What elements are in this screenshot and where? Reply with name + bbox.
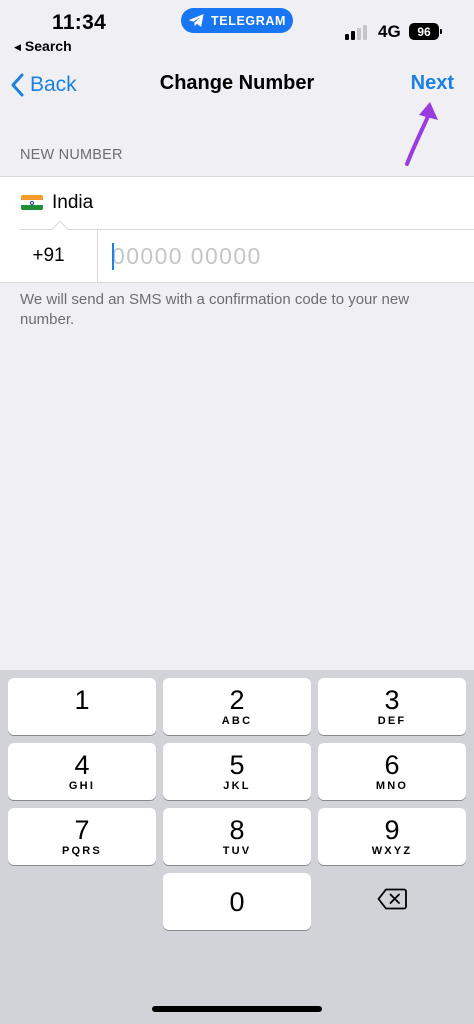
key-3[interactable]: 3 DEF (318, 678, 466, 735)
country-name: India (52, 192, 94, 213)
network-type: 4G (378, 22, 401, 41)
key-9[interactable]: 9 WXYZ (318, 808, 466, 865)
home-indicator[interactable] (152, 1006, 322, 1012)
status-time: 11:34 (52, 11, 107, 34)
numeric-keypad: 1 2 ABC 3 DEF 4 GHI 5 JKL 6 MNO 7 PQRS 8 TUV 9W… (0, 670, 474, 1024)
country-code-field[interactable]: +91 (0, 230, 97, 282)
sms-hint: We will send an SMS with a confirmation … (20, 291, 410, 328)
app-pill-label: TELEGRAM (211, 13, 286, 28)
app-pill[interactable]: TELEGRAM (181, 8, 293, 33)
backspace-icon (377, 888, 407, 909)
delete-key[interactable] (318, 870, 466, 927)
text-caret (112, 243, 114, 270)
india-flag-icon (21, 195, 43, 210)
key-5[interactable]: 5 JKL (163, 743, 311, 800)
annotation-arrow-icon (405, 102, 438, 166)
key-1[interactable]: 1 (8, 678, 156, 735)
key-8[interactable]: 8 TUV (163, 808, 311, 865)
key-2[interactable]: 2 ABC (163, 678, 311, 735)
back-to-app-link[interactable]: ◀ Search (14, 38, 72, 54)
country-selector[interactable]: India (0, 177, 474, 229)
key-4[interactable]: 4 GHI (8, 743, 156, 800)
telegram-plane-icon (188, 14, 204, 27)
phone-number-input[interactable] (112, 238, 452, 274)
section-header: NEW NUMBER (20, 147, 123, 163)
status-bar: 11:34 ◀ Search TELEGRAM 4G 96 (0, 0, 474, 60)
key-0[interactable]: 0 (163, 873, 311, 930)
back-triangle-icon: ◀ (14, 42, 21, 52)
key-7[interactable]: 7 PQRS (8, 808, 156, 865)
key-6[interactable]: 6 MNO (318, 743, 466, 800)
next-button[interactable]: Next (411, 72, 454, 95)
battery-icon: 96 (409, 23, 442, 40)
back-app-label: Search (24, 38, 72, 54)
page-title: Change Number (159, 72, 315, 94)
battery-level: 96 (417, 24, 431, 39)
field-separator (97, 230, 98, 282)
signal-icon (345, 24, 371, 40)
phone-form: India +91 (0, 176, 474, 283)
